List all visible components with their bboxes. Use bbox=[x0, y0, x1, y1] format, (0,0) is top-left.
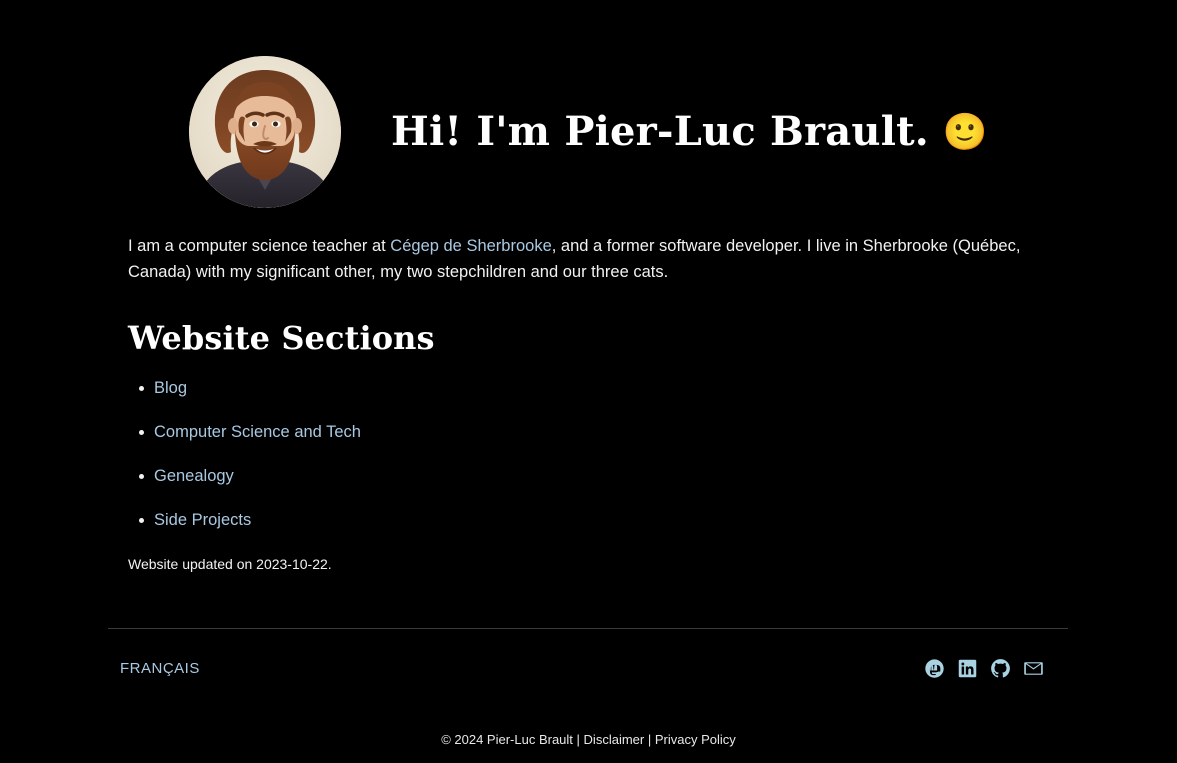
website-updated-text: Website updated on 2023-10-22. bbox=[128, 556, 332, 573]
section-link-blog[interactable]: Blog bbox=[154, 379, 187, 397]
page-title: Hi! I'm Pier-Luc Brault. 🙂 bbox=[391, 110, 988, 154]
disclaimer-link[interactable]: Disclaimer bbox=[584, 732, 645, 747]
language-switch-francais-link[interactable]: FRANÇAIS bbox=[120, 660, 200, 677]
list-item: Blog bbox=[128, 378, 1058, 398]
website-sections-heading: Website Sections bbox=[128, 319, 435, 357]
website-sections-list: Blog Computer Science and Tech Genealogy… bbox=[128, 378, 1058, 530]
list-item: Computer Science and Tech bbox=[128, 422, 1058, 442]
section-link-computer-science-and-tech[interactable]: Computer Science and Tech bbox=[154, 423, 361, 441]
footer-divider bbox=[108, 628, 1068, 629]
mastodon-icon bbox=[925, 659, 944, 678]
email-icon bbox=[1024, 662, 1043, 675]
email-link[interactable] bbox=[1023, 658, 1044, 679]
social-links bbox=[924, 658, 1044, 679]
main-content: I am a computer science teacher at Cégep… bbox=[128, 233, 1058, 574]
mastodon-link[interactable] bbox=[924, 658, 945, 679]
linkedin-icon bbox=[958, 659, 977, 678]
privacy-policy-link[interactable]: Privacy Policy bbox=[655, 732, 736, 747]
page-root: Hi! I'm Pier-Luc Brault. 🙂 I am a comput… bbox=[0, 0, 1177, 763]
page-title-text: Hi! I'm Pier-Luc Brault. bbox=[391, 108, 929, 155]
avatar bbox=[189, 56, 342, 208]
separator: | bbox=[576, 732, 580, 747]
cegep-de-sherbrooke-link[interactable]: Cégep de Sherbrooke bbox=[390, 237, 551, 255]
github-icon bbox=[991, 659, 1010, 678]
separator: | bbox=[647, 732, 652, 747]
avatar-photo bbox=[189, 56, 342, 208]
copyright-text: © 2024 Pier-Luc Brault bbox=[441, 732, 573, 747]
hero-section: Hi! I'm Pier-Luc Brault. 🙂 bbox=[0, 56, 1177, 208]
section-link-genealogy[interactable]: Genealogy bbox=[154, 467, 234, 485]
list-item: Side Projects bbox=[128, 510, 1058, 530]
section-link-side-projects[interactable]: Side Projects bbox=[154, 511, 251, 529]
intro-paragraph: I am a computer science teacher at Cégep… bbox=[128, 233, 1053, 285]
copyright-bar: © 2024 Pier-Luc Brault | Disclaimer | Pr… bbox=[0, 731, 1177, 749]
footer-row: FRANÇAIS bbox=[108, 658, 1068, 679]
list-item: Genealogy bbox=[128, 466, 1058, 486]
github-link[interactable] bbox=[990, 658, 1011, 679]
intro-text-before: I am a computer science teacher at bbox=[128, 237, 391, 255]
linkedin-link[interactable] bbox=[957, 658, 978, 679]
slightly-smiling-face-emoji: 🙂 bbox=[942, 111, 988, 153]
